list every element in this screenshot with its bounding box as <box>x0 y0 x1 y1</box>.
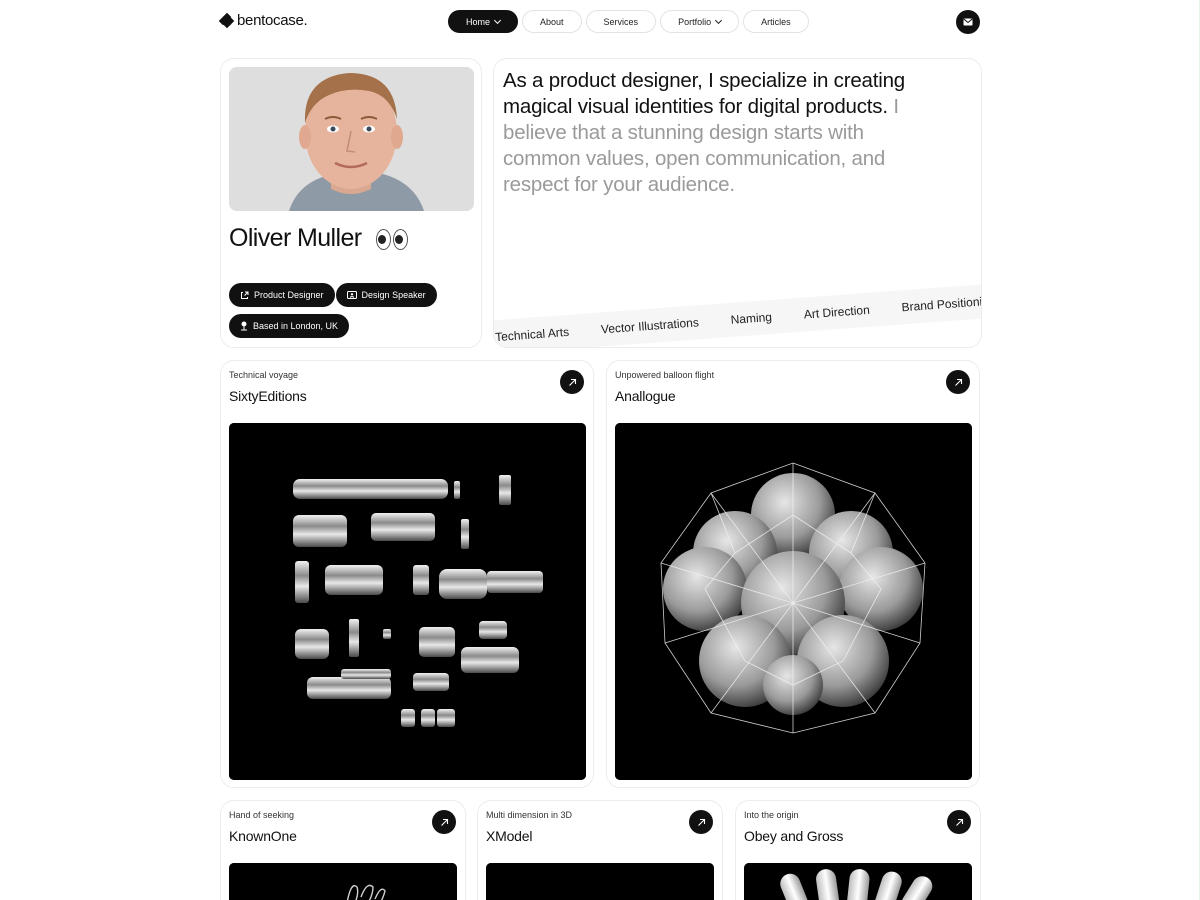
nav-portfolio[interactable]: Portfolio <box>660 10 740 33</box>
chip-product-designer: Product Designer <box>229 283 335 307</box>
project-image <box>229 863 457 900</box>
project-eyebrow: Hand of seeking <box>229 810 295 820</box>
open-project-button[interactable] <box>560 370 584 394</box>
nav-articles-label: Articles <box>761 16 791 27</box>
project-title: Obey and Gross <box>744 828 844 844</box>
chip-design-speaker: Design Speaker <box>335 283 437 307</box>
chip-label: Product Designer <box>254 290 324 300</box>
arrow-up-right-icon <box>954 378 962 386</box>
project-card[interactable]: Technical voyage SixtyEditions <box>220 360 594 788</box>
skill-item: Brand Positioni <box>901 294 982 315</box>
profile-card: Oliver Muller Product Designer Design Sp… <box>220 58 482 348</box>
open-project-button[interactable] <box>432 810 456 834</box>
project-eyebrow: Multi dimension in 3D <box>486 810 573 820</box>
chip-label: Design Speaker <box>361 290 426 300</box>
project-card[interactable]: Unpowered balloon flight Anallogue <box>606 360 980 788</box>
contact-mail-button[interactable] <box>956 10 980 34</box>
share-icon <box>241 291 249 299</box>
eyes-emoji-icon <box>375 228 408 250</box>
nav-articles[interactable]: Articles <box>743 10 809 33</box>
project-eyebrow: Into the origin <box>744 810 799 820</box>
project-title: Anallogue <box>615 388 676 404</box>
project-eyebrow: Unpowered balloon flight <box>615 370 715 380</box>
open-project-button[interactable] <box>947 810 971 834</box>
profile-name: Oliver Muller <box>229 224 408 253</box>
nav-services-label: Services <box>603 16 639 27</box>
arrow-up-right-icon <box>568 378 576 386</box>
project-image <box>486 863 714 900</box>
project-image <box>615 423 972 780</box>
skill-item: Naming <box>730 309 773 327</box>
bio-headline: As a product designer, I specialize in c… <box>503 69 905 118</box>
project-image <box>229 423 586 780</box>
bio-card: As a product designer, I specialize in c… <box>493 58 982 348</box>
chip-label: Based in London, UK <box>253 321 339 331</box>
project-title: XModel <box>486 828 533 844</box>
chip-location: Based in London, UK <box>229 314 350 338</box>
arrow-up-right-icon <box>955 818 963 826</box>
project-card[interactable]: Hand of seeking KnownOne <box>220 800 466 900</box>
project-image <box>744 863 972 900</box>
mail-icon <box>963 18 973 26</box>
open-project-button[interactable] <box>946 370 970 394</box>
main-menu: Home About Services Portfolio Articles <box>448 10 809 33</box>
project-eyebrow: Technical voyage <box>229 370 299 380</box>
arrow-up-right-icon <box>440 818 448 826</box>
chevron-down-icon <box>493 16 502 24</box>
top-nav: bentocase. Home About Services Portfolio… <box>218 8 982 36</box>
nav-home-label: Home <box>466 16 491 27</box>
project-title: KnownOne <box>229 828 297 844</box>
arrow-up-right-icon <box>697 818 705 826</box>
project-card[interactable]: Multi dimension in 3D XModel <box>477 800 723 900</box>
chevron-down-icon <box>715 16 723 24</box>
skill-item: Vector Illustrations <box>600 315 700 337</box>
project-card[interactable]: Into the origin Obey and Gross <box>735 800 981 900</box>
nav-about-label: About <box>540 16 564 27</box>
logo[interactable]: bentocase. <box>218 12 308 29</box>
nav-about[interactable]: About <box>522 10 582 33</box>
nav-home[interactable]: Home <box>448 10 519 33</box>
profile-name-text: Oliver Muller <box>229 224 362 252</box>
logo-mark-icon <box>218 12 235 29</box>
open-project-button[interactable] <box>689 810 713 834</box>
skill-item: Art Direction <box>803 302 871 322</box>
project-title: SixtyEditions <box>229 388 307 404</box>
bio-text: As a product designer, I specialize in c… <box>503 68 923 198</box>
skill-item: Technical Arts <box>494 324 570 345</box>
avatar <box>229 67 474 211</box>
location-pin-icon <box>241 321 247 331</box>
skills-marquee: Technical Arts Vector Illustrations Nami… <box>494 281 982 347</box>
nav-portfolio-label: Portfolio <box>678 16 712 27</box>
presentation-icon <box>346 290 357 299</box>
logo-text: bentocase. <box>237 12 308 29</box>
nav-services[interactable]: Services <box>585 10 657 33</box>
page: bentocase. Home About Services Portfolio… <box>0 0 1200 900</box>
profile-chips: Product Designer Design Speaker Based in… <box>229 283 474 338</box>
